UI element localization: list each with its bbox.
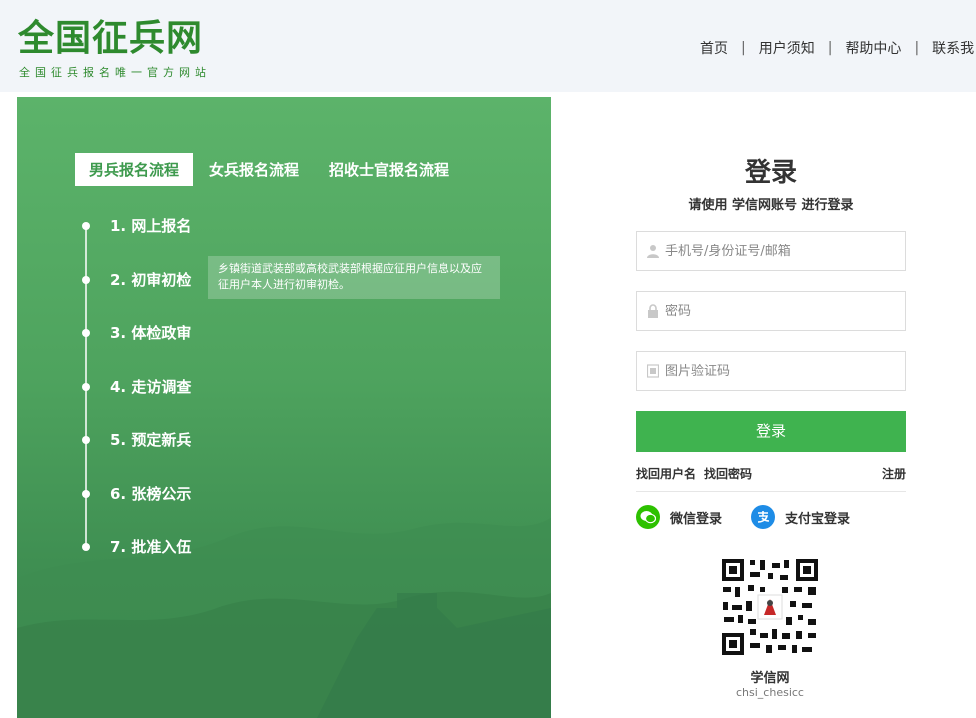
password-input[interactable] (665, 303, 905, 319)
step-tooltip: 乡镇街道武装部或高校武装部根据应征用户信息以及应征用户本人进行初审初检。 (208, 256, 500, 299)
nav-separator: | (741, 40, 746, 56)
step-item[interactable]: 5. 预定新兵 (79, 429, 191, 450)
step-item[interactable]: 4. 走访调查 (79, 376, 191, 397)
login-subtitle: 请使用 学信网账号 进行登录 (688, 198, 854, 213)
find-password-link[interactable]: 找回密码 (704, 465, 752, 482)
step-item[interactable]: 3. 体检政审 (79, 322, 191, 343)
step-dot (82, 275, 90, 284)
alipay-login-button[interactable]: 支付宝登录 (751, 505, 850, 529)
qr-account-name: 学信网 (750, 671, 790, 686)
step-item[interactable]: 2. 初审初检 (79, 269, 191, 290)
step-label: 4. 走访调查 (110, 378, 192, 396)
password-field[interactable] (636, 291, 906, 331)
top-nav: 首页 | 用户须知 | 帮助中心 | 联系我 (700, 38, 974, 58)
step-label: 2. 初审初检 (110, 271, 192, 289)
step-item[interactable]: 1. 网上报名 (79, 215, 191, 236)
nav-user-notice[interactable]: 用户须知 (759, 38, 815, 58)
wechat-login-button[interactable]: 微信登录 (636, 505, 722, 529)
tab-female-process[interactable]: 女兵报名流程 (195, 153, 313, 186)
captcha-field[interactable] (636, 351, 906, 391)
nav-separator: | (827, 40, 833, 56)
login-title: 登录 (744, 158, 797, 188)
step-dot (82, 489, 90, 498)
user-icon (647, 245, 659, 258)
wechat-icon (636, 505, 660, 529)
site-logo-subtitle: 全国征兵报名唯一官方网站 (19, 66, 211, 79)
step-item[interactable]: 7. 批准入伍 (79, 536, 191, 557)
nav-help-center[interactable]: 帮助中心 (845, 38, 901, 58)
step-item[interactable]: 6. 张榜公示 (79, 483, 191, 504)
step-dot (82, 542, 90, 551)
step-dot (82, 435, 90, 444)
step-dot (82, 221, 90, 230)
nav-home[interactable]: 首页 (700, 38, 728, 58)
process-tabs: 男兵报名流程 女兵报名流程 招收士官报名流程 (75, 153, 463, 186)
login-button[interactable]: 登录 (636, 411, 906, 452)
qr-code-image (720, 557, 820, 657)
captcha-icon (647, 364, 659, 378)
step-dot (82, 382, 90, 391)
lock-icon (648, 304, 658, 318)
tab-male-process[interactable]: 男兵报名流程 (75, 153, 194, 186)
find-username-link[interactable]: 找回用户名 (636, 465, 696, 482)
login-divider (636, 491, 906, 492)
wechat-login-label: 微信登录 (670, 511, 723, 527)
step-label: 7. 批准入伍 (110, 538, 192, 556)
username-field[interactable] (636, 231, 906, 271)
username-input[interactable] (665, 243, 905, 259)
nav-contact[interactable]: 联系我 (932, 38, 974, 58)
site-header: 全国征兵网 全国征兵报名唯一官方网站 首页 | 用户须知 | 帮助中心 | 联系… (0, 0, 976, 92)
nav-separator: | (914, 40, 920, 56)
alipay-icon (751, 505, 775, 529)
process-panel: 男兵报名流程 女兵报名流程 招收士官报名流程 1. 网上报名 2. 初审初检 3… (17, 97, 551, 718)
qr-account-id: chsi_chesicc (736, 686, 804, 699)
step-label: 5. 预定新兵 (110, 431, 192, 449)
step-label: 1. 网上报名 (110, 217, 192, 235)
alipay-login-label: 支付宝登录 (785, 511, 851, 527)
site-logo-title[interactable]: 全国征兵网 (18, 18, 203, 60)
step-label: 3. 体检政审 (110, 324, 192, 342)
tab-nco-process[interactable]: 招收士官报名流程 (315, 153, 463, 186)
captcha-input[interactable] (665, 363, 905, 379)
register-link[interactable]: 注册 (882, 465, 906, 482)
step-label: 6. 张榜公示 (110, 485, 192, 503)
step-dot (82, 328, 90, 337)
